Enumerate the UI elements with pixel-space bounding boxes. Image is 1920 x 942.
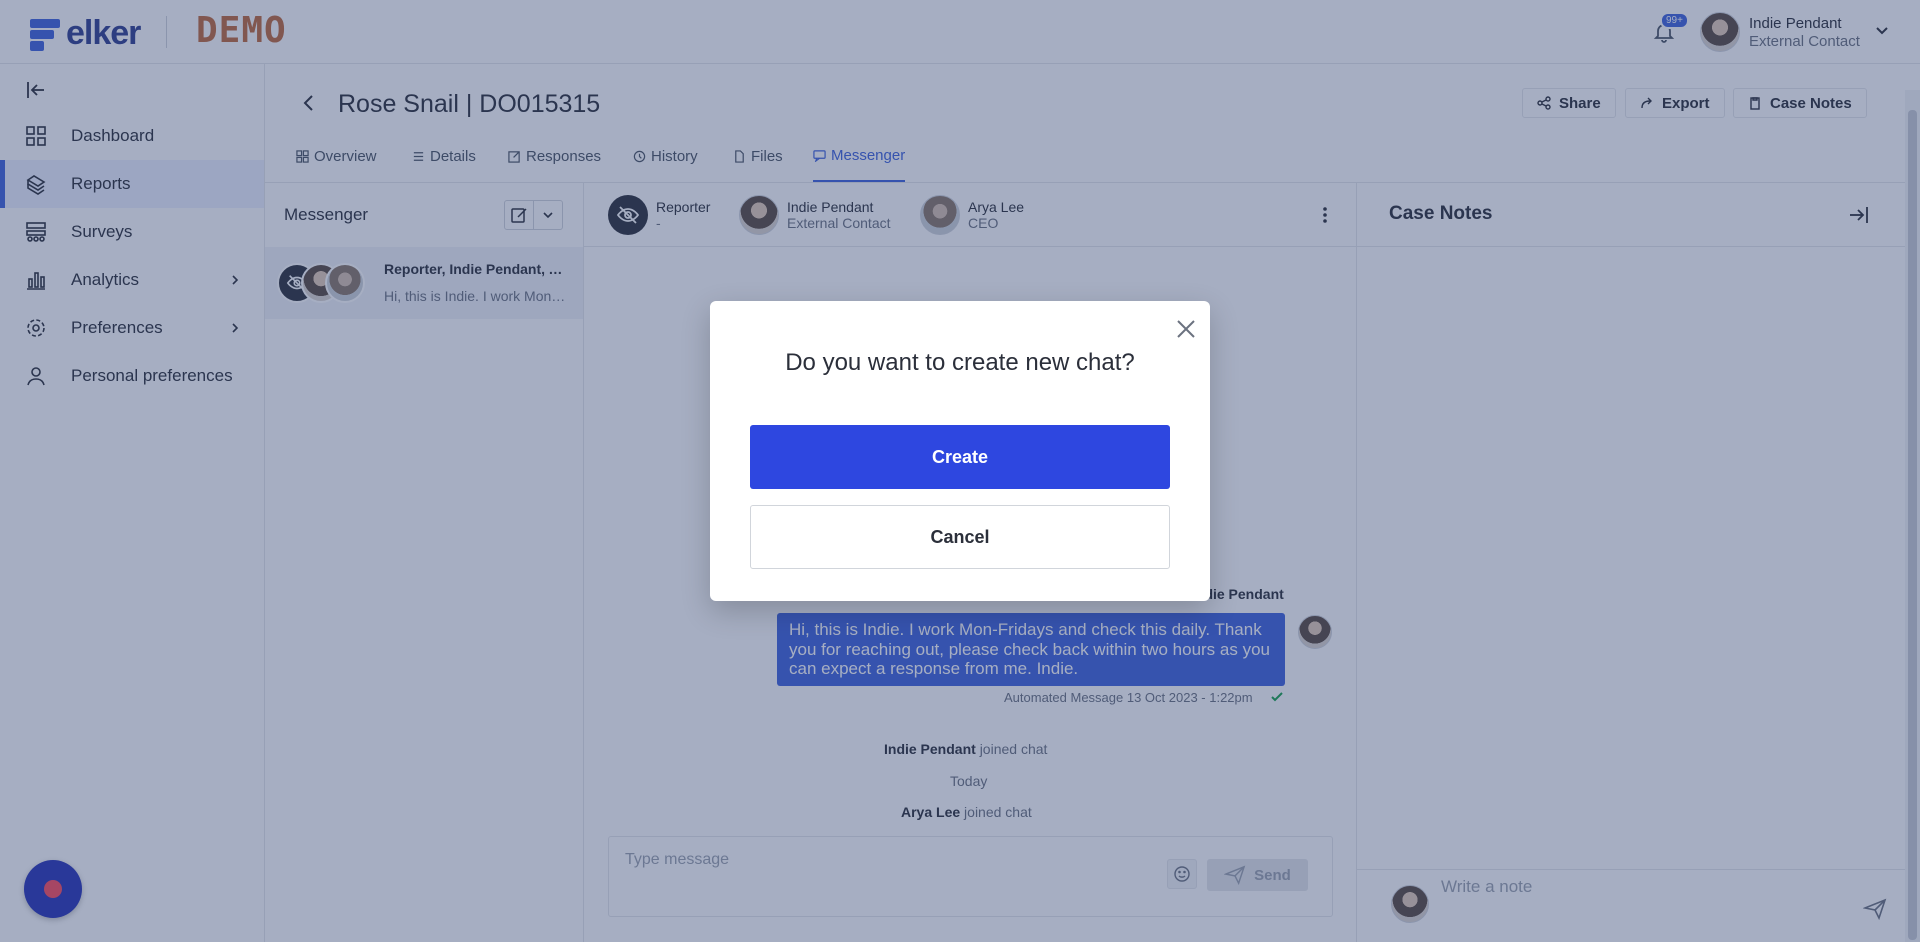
dialog-title: Do you want to create new chat?: [785, 349, 1135, 376]
create-button[interactable]: Create: [750, 425, 1170, 489]
create-chat-dialog: Do you want to create new chat? Create C…: [710, 301, 1210, 601]
close-icon[interactable]: [1172, 315, 1200, 343]
cancel-button[interactable]: Cancel: [750, 505, 1170, 569]
